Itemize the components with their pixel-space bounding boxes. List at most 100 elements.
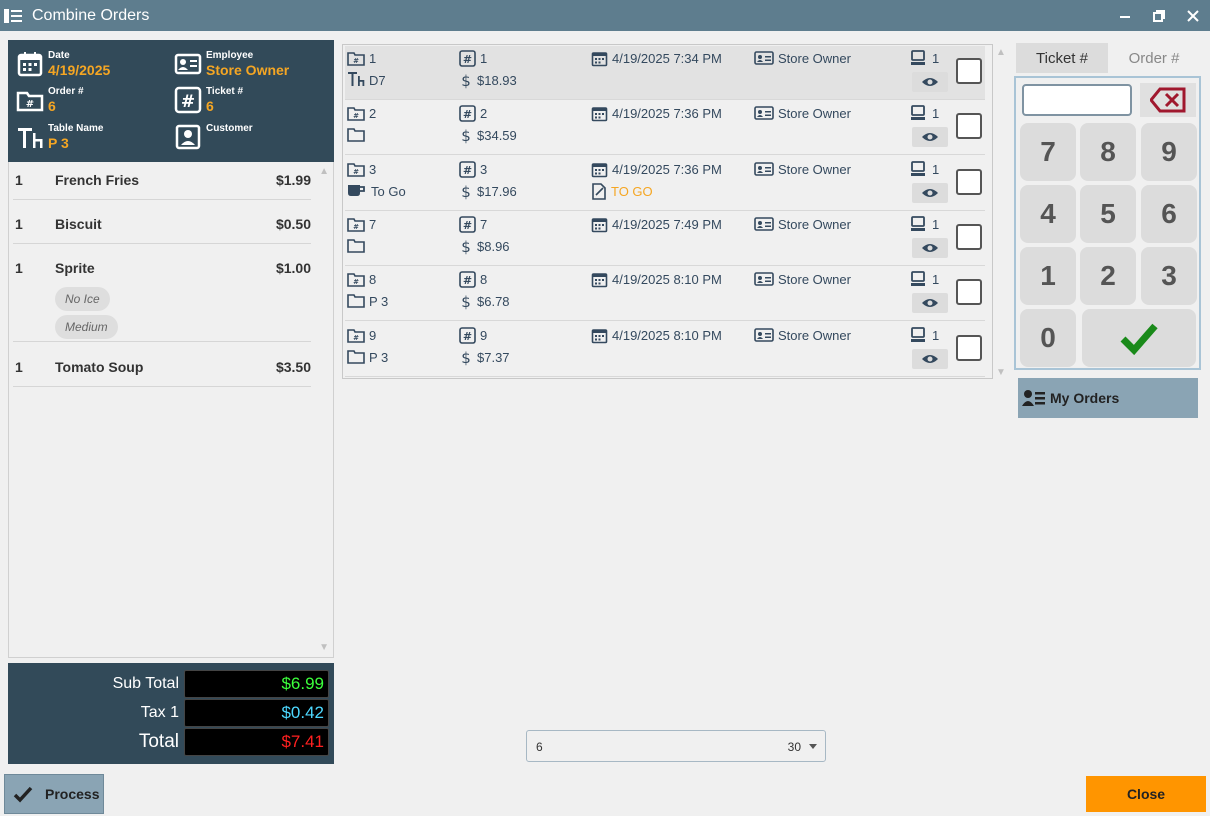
list-item[interactable]: 1 Sprite $1.00 No Ice Medium <box>13 250 311 342</box>
order-number-field: # Order #6 <box>16 86 84 114</box>
order-folder-icon: # <box>347 52 365 66</box>
select-order-checkbox[interactable] <box>956 335 982 361</box>
totals-panel: Sub Total $6.99 Tax 1 $0.42 Total $7.41 <box>8 663 334 764</box>
select-order-checkbox[interactable] <box>956 58 982 84</box>
item-name: Sprite <box>55 260 95 276</box>
terminal-number: 1 <box>932 105 940 121</box>
scroll-up-icon[interactable]: ▲ <box>319 166 329 177</box>
orders-scroll-up-icon[interactable]: ▲ <box>996 47 1006 58</box>
minimize-button[interactable] <box>1108 0 1142 31</box>
select-order-checkbox[interactable] <box>956 279 982 305</box>
dollar-icon: $ <box>461 349 471 366</box>
view-order-button[interactable] <box>912 238 948 258</box>
order-row[interactable]: # 2 # 2 4/19/2025 7:36 PM Store Owner 1 … <box>345 101 985 155</box>
amount-cell: $ $18.93 <box>459 71 517 89</box>
view-order-button[interactable] <box>912 72 948 92</box>
page-size-select[interactable]: 6 30 <box>526 730 826 762</box>
chevron-down-icon <box>809 744 817 749</box>
view-order-button[interactable] <box>912 183 948 203</box>
customer-field[interactable]: Customer <box>174 123 253 151</box>
app-menu-icon[interactable] <box>4 8 24 24</box>
enter-button[interactable] <box>1082 309 1196 367</box>
search-mode-tabs: Ticket # Order # <box>1016 43 1200 73</box>
checkmark-icon <box>1120 323 1158 355</box>
order-row[interactable]: # 3 # 3 4/19/2025 7:36 PM Store Owner 1 … <box>345 157 985 211</box>
restore-button[interactable] <box>1142 0 1176 31</box>
scroll-down-icon[interactable]: ▼ <box>319 642 329 653</box>
employee-cell: Store Owner <box>754 160 851 178</box>
key-8[interactable]: 8 <box>1080 123 1136 181</box>
key-0[interactable]: 0 <box>1020 309 1076 367</box>
svg-text:#: # <box>353 112 359 120</box>
key-4[interactable]: 4 <box>1020 185 1076 243</box>
list-item[interactable]: 1 French Fries $1.99 <box>13 162 311 200</box>
svg-text:#: # <box>353 278 359 286</box>
tab-order-number[interactable]: Order # <box>1108 43 1200 73</box>
order-row[interactable]: # 1 # 1 4/19/2025 7:34 PM Store Owner 1 … <box>345 46 985 100</box>
dollar-icon: $ <box>461 72 471 89</box>
employee-card-icon <box>174 53 202 75</box>
orders-list[interactable]: ▲ ▼ # 1 # 1 4/19/2025 7:34 PM Store Owne… <box>342 44 1006 379</box>
select-order-checkbox[interactable] <box>956 169 982 195</box>
ticket-number: 3 <box>480 161 488 177</box>
terminal-number: 1 <box>932 161 940 177</box>
view-order-button[interactable] <box>912 349 948 369</box>
order-datetime: 4/19/2025 8:10 PM <box>612 327 722 343</box>
note-icon <box>592 182 606 200</box>
key-7[interactable]: 7 <box>1020 123 1076 181</box>
svg-text:#: # <box>26 99 34 110</box>
total-value: $7.41 <box>184 728 329 756</box>
terminal-icon <box>911 50 925 65</box>
key-9[interactable]: 9 <box>1141 123 1197 181</box>
orders-scroll-down-icon[interactable]: ▼ <box>996 367 1006 378</box>
backspace-button[interactable] <box>1140 83 1196 117</box>
svg-text:#: # <box>181 92 195 112</box>
svg-text:#: # <box>463 164 472 177</box>
item-modifier: No Ice <box>55 287 110 311</box>
svg-text:$: $ <box>461 183 471 200</box>
keypad-input[interactable] <box>1022 84 1132 116</box>
ticket-number-cell: # 7 <box>459 215 487 233</box>
table-label: Table Name <box>48 123 104 134</box>
order-folder-icon: # <box>347 329 365 343</box>
order-table: P 3 <box>369 293 389 309</box>
calendar-icon <box>591 272 608 287</box>
process-button[interactable]: Process <box>4 774 104 814</box>
select-order-checkbox[interactable] <box>956 224 982 250</box>
order-row[interactable]: # 8 # 8 4/19/2025 8:10 PM Store Owner 1 … <box>345 267 985 321</box>
close-window-button[interactable] <box>1176 0 1210 31</box>
key-6[interactable]: 6 <box>1141 185 1197 243</box>
order-folder-icon: # <box>347 163 365 177</box>
tab-ticket-number[interactable]: Ticket # <box>1016 43 1108 73</box>
select-order-checkbox[interactable] <box>956 113 982 139</box>
order-number-cell: # 3 <box>347 160 376 178</box>
tax-label: Tax 1 <box>140 704 179 721</box>
view-order-button[interactable] <box>912 127 948 147</box>
employee-cell: Store Owner <box>754 215 851 233</box>
terminal-icon <box>911 161 925 176</box>
view-order-button[interactable] <box>912 293 948 313</box>
my-orders-button[interactable]: My Orders <box>1018 378 1198 418</box>
key-2[interactable]: 2 <box>1080 247 1136 305</box>
order-amount: $8.96 <box>477 238 510 254</box>
order-folder-icon: # <box>16 91 44 112</box>
key-1[interactable]: 1 <box>1020 247 1076 305</box>
table-value: P 3 <box>48 135 69 151</box>
svg-text:#: # <box>463 219 472 232</box>
order-items-list[interactable]: ▲ ▼ 1 French Fries $1.99 1 Biscuit $0.50… <box>8 162 334 658</box>
key-5[interactable]: 5 <box>1080 185 1136 243</box>
close-button[interactable]: Close <box>1086 776 1206 812</box>
folder-icon <box>347 127 365 142</box>
backspace-icon <box>1150 87 1186 113</box>
employee-value: Store Owner <box>206 62 290 78</box>
item-name: Tomato Soup <box>55 359 144 375</box>
list-item[interactable]: 1 Tomato Soup $3.50 <box>13 349 311 387</box>
order-row[interactable]: # 9 # 9 4/19/2025 8:10 PM Store Owner 1 … <box>345 323 985 377</box>
ticket-label: Ticket # <box>206 86 244 97</box>
list-item[interactable]: 1 Biscuit $0.50 <box>13 206 311 244</box>
key-3[interactable]: 3 <box>1141 247 1197 305</box>
ticket-number-cell: # 2 <box>459 104 487 122</box>
order-row[interactable]: # 7 # 7 4/19/2025 7:49 PM Store Owner 1 … <box>345 212 985 266</box>
svg-text:$: $ <box>461 238 471 255</box>
calendar-icon <box>591 106 608 121</box>
